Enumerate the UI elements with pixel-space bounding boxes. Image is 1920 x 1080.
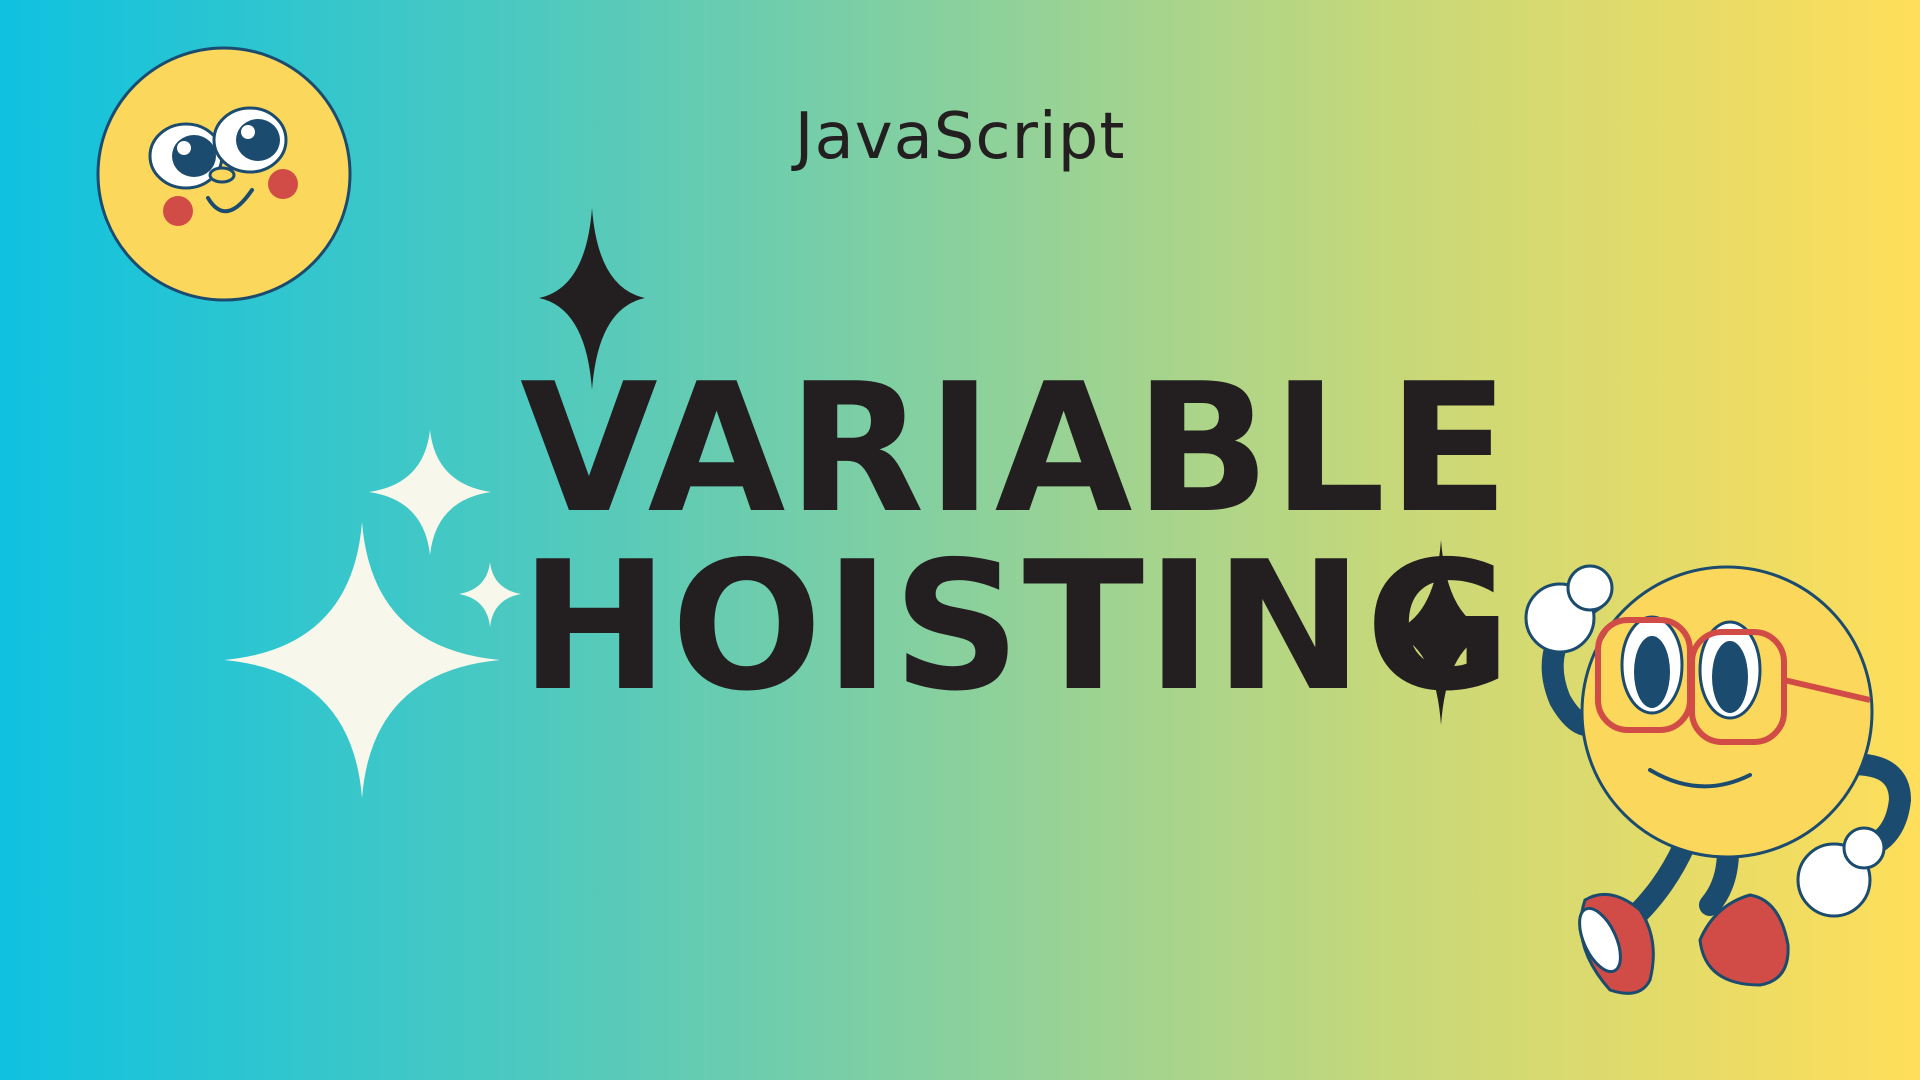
mascot-character-icon (1524, 564, 1912, 995)
title-line-2: HOISTING (520, 523, 1514, 730)
smiley-face-icon (96, 46, 352, 302)
title-line-1: VARIABLE (520, 345, 1512, 552)
sparkle-icon (459, 562, 521, 627)
subtitle: JavaScript (794, 100, 1126, 174)
page-title: VARIABLE HOISTING (520, 345, 1514, 730)
sparkle-icon (224, 522, 500, 798)
sparkle-icon (369, 430, 491, 555)
thumbnail-banner: JavaScript VARIABLE HOISTING (0, 0, 1920, 1080)
